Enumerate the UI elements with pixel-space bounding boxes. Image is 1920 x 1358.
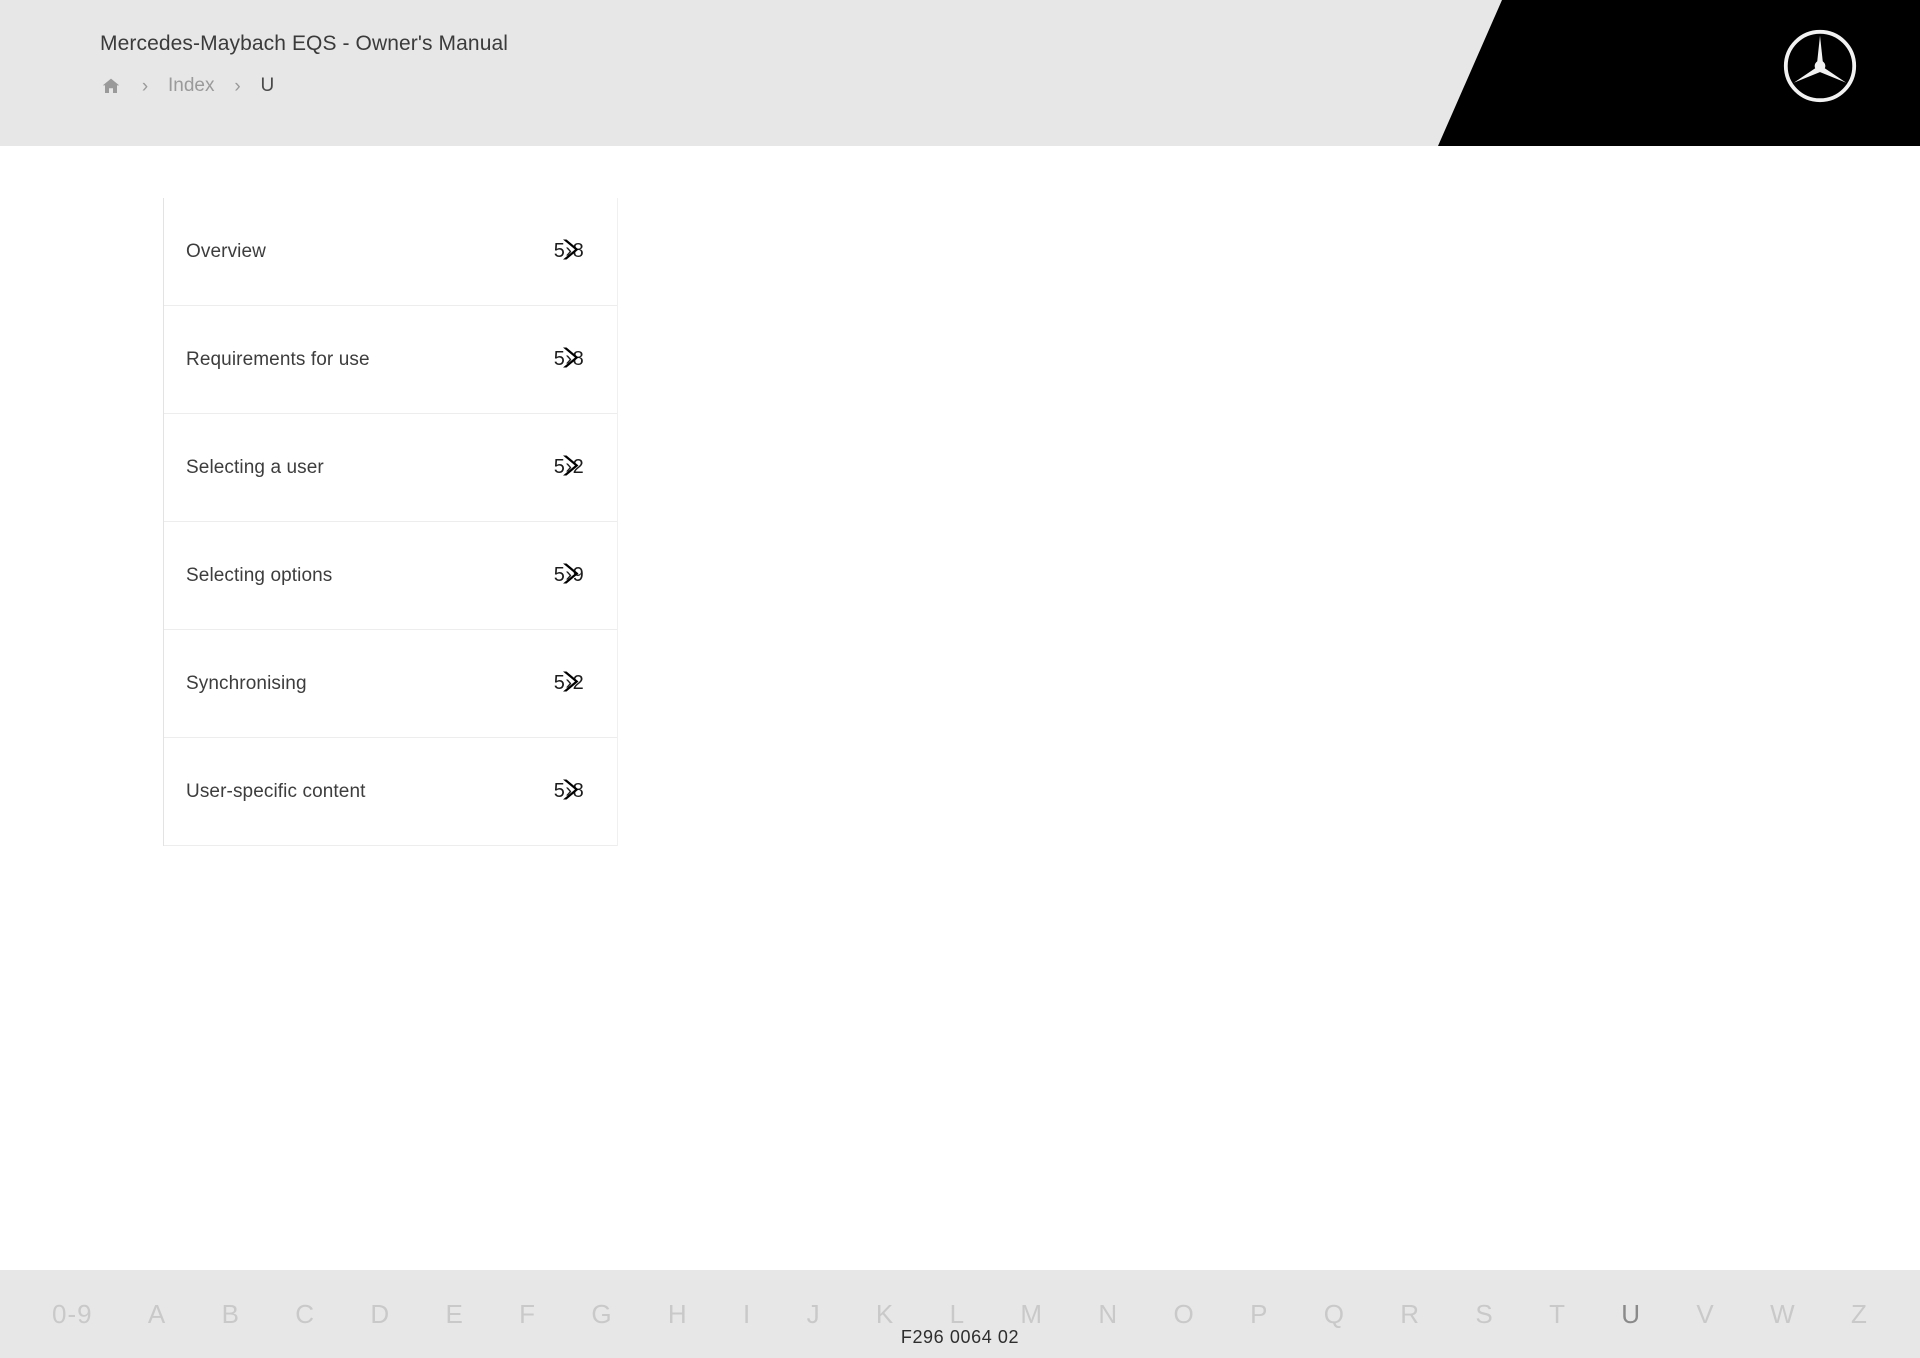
index-entry-page-group: 5›2 [521, 630, 617, 737]
index-entry-page-group: 5›8 [521, 738, 617, 845]
alpha-item-f[interactable]: F [513, 1297, 542, 1331]
breadcrumb-item-current: U [260, 75, 275, 96]
alpha-item-j[interactable]: J [801, 1297, 827, 1331]
alpha-item-b[interactable]: B [216, 1297, 246, 1331]
alpha-item-s[interactable]: S [1469, 1297, 1499, 1331]
document-code: F296 0064 02 [900, 1327, 1020, 1347]
header-title-group: Mercedes-Maybach EQS - Owner's Manual › … [100, 32, 508, 97]
alpha-item-a[interactable]: A [142, 1297, 172, 1331]
alpha-item-v[interactable]: V [1690, 1297, 1720, 1331]
alpha-item-w[interactable]: W [1764, 1297, 1802, 1331]
alpha-item-e[interactable]: E [439, 1297, 469, 1331]
alpha-item-t[interactable]: T [1543, 1297, 1572, 1331]
alpha-item-h[interactable]: H [662, 1297, 694, 1331]
alpha-item-d[interactable]: D [364, 1297, 396, 1331]
page-title: Mercedes-Maybach EQS - Owner's Manual [100, 32, 509, 55]
index-entry-list: Overview 5›8 Requirements for use 5›8 Se… [163, 198, 618, 846]
index-entry-row[interactable]: Overview 5›8 [164, 198, 617, 306]
breadcrumb-item-index[interactable]: Index [168, 75, 214, 97]
alpha-item-c[interactable]: C [289, 1297, 321, 1331]
alpha-item-u[interactable]: U [1615, 1297, 1647, 1331]
index-entry-page-number: 5›8 [553, 780, 585, 802]
breadcrumb-separator-1: › [141, 75, 149, 97]
breadcrumb-separator-2: › [234, 75, 241, 97]
alpha-item-i[interactable]: I [737, 1297, 757, 1331]
page-header: Mercedes-Maybach EQS - Owner's Manual › … [0, 0, 1920, 146]
index-entry-page-number: 5›8 [553, 348, 585, 370]
alpha-item-r[interactable]: R [1394, 1297, 1426, 1331]
index-entry-label: User-specific content [186, 780, 366, 802]
index-entry-row[interactable]: Synchronising 5›2 [164, 630, 617, 738]
home-icon[interactable] [100, 75, 122, 97]
alpha-item-k[interactable]: K [870, 1297, 900, 1331]
index-entry-page-group: 5›8 [521, 306, 617, 413]
alpha-item-z[interactable]: Z [1845, 1297, 1874, 1331]
index-entry-label: Selecting a user [186, 456, 324, 478]
alpha-item-0-9[interactable]: 0-9 [46, 1297, 99, 1331]
index-entry-label: Synchronising [186, 672, 307, 694]
alpha-item-g[interactable]: G [585, 1297, 618, 1331]
manual-index-page: Mercedes-Maybach EQS - Owner's Manual › … [0, 0, 1920, 1358]
index-entry-label: Selecting options [186, 564, 333, 586]
index-entry-row[interactable]: Requirements for use 5›8 [164, 306, 617, 414]
index-entry-row[interactable]: Selecting a user 5›2 [164, 414, 617, 522]
index-entry-page-group: 5›8 [521, 198, 617, 305]
alphabet-navigation-bar: 0-9 A B C D E F G H I J K L M N O P Q R … [0, 1270, 1920, 1358]
alpha-item-l[interactable]: L [944, 1297, 971, 1331]
alpha-item-q[interactable]: Q [1318, 1297, 1351, 1331]
breadcrumb: › Index › U [100, 75, 508, 97]
index-entry-row[interactable]: Selecting options 5›9 [164, 522, 617, 630]
index-entry-page-group: 5›9 [521, 522, 617, 629]
index-entry-page-number: 5›8 [553, 240, 585, 262]
alpha-item-o[interactable]: O [1168, 1297, 1201, 1331]
alpha-item-m[interactable]: M [1014, 1297, 1049, 1331]
index-entry-row[interactable]: User-specific content 5›8 [164, 738, 617, 846]
alpha-item-n[interactable]: N [1092, 1297, 1124, 1331]
index-entry-page-group: 5›2 [521, 414, 617, 521]
index-entry-label: Overview [186, 240, 266, 262]
index-entry-page-number: 5›9 [553, 564, 585, 586]
index-entry-page-number: 5›2 [553, 456, 585, 478]
index-entry-page-number: 5›2 [553, 672, 585, 694]
alpha-item-p[interactable]: P [1244, 1297, 1274, 1331]
mercedes-star-icon [1782, 28, 1858, 104]
index-entry-label: Requirements for use [186, 348, 370, 370]
